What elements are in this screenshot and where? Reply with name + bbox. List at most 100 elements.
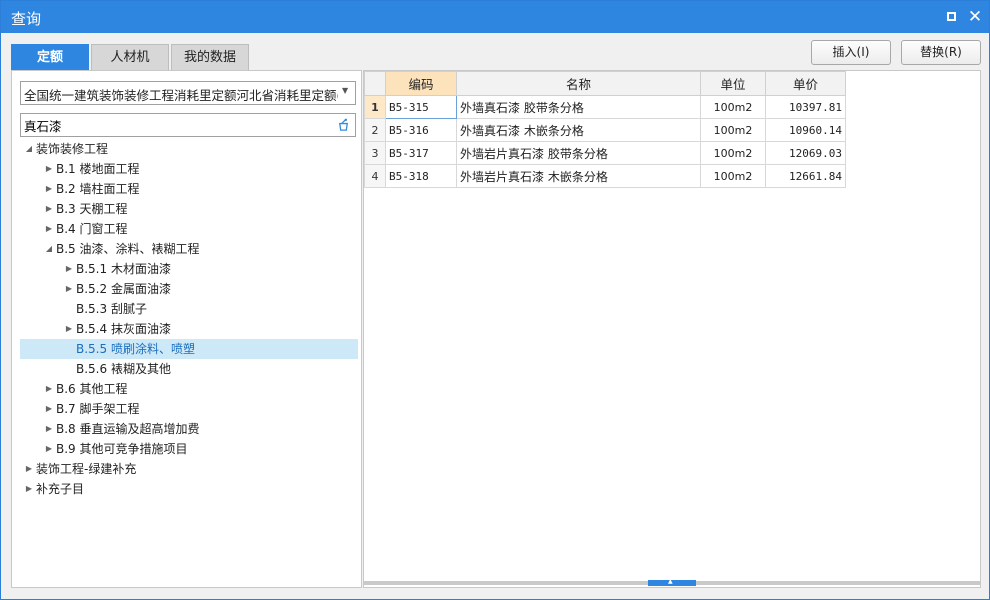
table-header-row: 编码 名称 单位 单价 (364, 71, 846, 96)
column-header-price[interactable]: 单价 (765, 71, 846, 96)
cell-code[interactable]: B5-316 (385, 118, 457, 142)
tree-node[interactable]: ▶ B.8 垂直运输及超高增加费 (20, 419, 358, 439)
row-number-header (364, 71, 386, 96)
tree-node[interactable]: ◢ 装饰装修工程 (20, 139, 358, 159)
query-dialog: 查询 ✕ 定额 人材机 我的数据 插入(I) 替换(R) 全国统一建筑装饰装修工… (0, 0, 990, 600)
collapsed-toggle-icon[interactable]: ▶ (44, 379, 54, 399)
cell-price[interactable]: 10397.81 (765, 95, 846, 119)
table-row[interactable]: 1 B5-315 外墙真石漆 胶带条分格 100m2 10397.81 (364, 95, 846, 119)
tab-labor-material-machine[interactable]: 人材机 (91, 44, 169, 70)
library-select[interactable]: 全国统一建筑装饰装修工程消耗里定额河北省消耗里定额(2012) ▼ (20, 81, 356, 105)
collapsed-toggle-icon[interactable]: ▶ (64, 319, 74, 339)
collapsed-toggle-icon[interactable]: ▶ (44, 219, 54, 239)
splitter-handle[interactable]: ▲ (648, 578, 696, 586)
tree-node-label: 补充子目 (36, 482, 85, 496)
tree-node-label: 装饰装修工程 (36, 142, 109, 156)
tree-node[interactable]: B.5.6 裱糊及其他 (20, 359, 358, 379)
cell-name[interactable]: 外墙岩片真石漆 木嵌条分格 (456, 164, 701, 188)
cell-unit[interactable]: 100m2 (700, 95, 766, 119)
panel-splitter[interactable]: ▲ (364, 578, 980, 586)
insert-button[interactable]: 插入(I) (811, 40, 891, 65)
row-number: 2 (364, 118, 386, 142)
cell-unit[interactable]: 100m2 (700, 141, 766, 165)
collapsed-toggle-icon[interactable]: ▶ (44, 419, 54, 439)
table-row[interactable]: 3 B5-317 外墙岩片真石漆 胶带条分格 100m2 12069.03 (364, 141, 846, 165)
cell-name[interactable]: 外墙真石漆 胶带条分格 (456, 95, 701, 119)
tree-node[interactable]: B.5.5 喷刷涂料、喷塑 (20, 339, 358, 359)
search-box (20, 113, 356, 137)
tree-node-label: B.3 天棚工程 (56, 202, 128, 216)
tree-node-label: B.1 楼地面工程 (56, 162, 140, 176)
tree-node-label: B.5 油漆、涂料、裱糊工程 (56, 242, 200, 256)
collapsed-toggle-icon[interactable]: ▶ (44, 199, 54, 219)
tree-node[interactable]: ▶ B.6 其他工程 (20, 379, 358, 399)
table-row[interactable]: 4 B5-318 外墙岩片真石漆 木嵌条分格 100m2 12661.84 (364, 164, 846, 188)
restore-icon[interactable] (941, 7, 961, 27)
column-header-unit[interactable]: 单位 (700, 71, 766, 96)
tree-node-label: B.5.3 刮腻子 (76, 302, 147, 316)
tree-node[interactable]: ▶ 装饰工程-绿建补充 (20, 459, 358, 479)
cell-code[interactable]: B5-315 (385, 95, 457, 119)
results-table: 编码 名称 单位 单价 1 B5-315 外墙真石漆 胶带条分格 100m2 1… (364, 71, 846, 188)
tree-node-label: B.5.4 抹灰面油漆 (76, 322, 171, 336)
tree-node-label: B.6 其他工程 (56, 382, 128, 396)
window-title: 查询 (11, 10, 42, 28)
collapsed-toggle-icon[interactable]: ▶ (64, 279, 74, 299)
collapsed-toggle-icon[interactable]: ▶ (44, 439, 54, 459)
tree-node-label: B.5.2 金属面油漆 (76, 282, 171, 296)
column-header-code[interactable]: 编码 (385, 71, 457, 96)
tree-node-label: B.5.6 裱糊及其他 (76, 362, 171, 376)
cell-unit[interactable]: 100m2 (700, 164, 766, 188)
tree-node[interactable]: ▶ B.7 脚手架工程 (20, 399, 358, 419)
chevron-down-icon[interactable]: ▼ (342, 86, 352, 95)
expanded-toggle-icon[interactable]: ◢ (24, 139, 34, 159)
cell-code[interactable]: B5-318 (385, 164, 457, 188)
collapsed-toggle-icon[interactable]: ▶ (24, 479, 34, 499)
tree-node[interactable]: ▶ B.5.2 金属面油漆 (20, 279, 358, 299)
collapsed-toggle-icon[interactable]: ▶ (24, 459, 34, 479)
tree-node[interactable]: ▶ 补充子目 (20, 479, 358, 499)
tree-node-label: B.5.1 木材面油漆 (76, 262, 171, 276)
collapsed-toggle-icon[interactable]: ▶ (64, 259, 74, 279)
title-bar[interactable]: 查询 ✕ (1, 1, 989, 33)
tab-my-data[interactable]: 我的数据 (171, 44, 249, 70)
tree-node[interactable]: ▶ B.4 门窗工程 (20, 219, 358, 239)
cell-name[interactable]: 外墙真石漆 木嵌条分格 (456, 118, 701, 142)
row-number: 1 (364, 95, 386, 119)
cell-price[interactable]: 12661.84 (765, 164, 846, 188)
replace-button[interactable]: 替换(R) (901, 40, 981, 65)
table-row[interactable]: 2 B5-316 外墙真石漆 木嵌条分格 100m2 10960.14 (364, 118, 846, 142)
right-panel: 编码 名称 单位 单价 1 B5-315 外墙真石漆 胶带条分格 100m2 1… (363, 70, 981, 588)
collapsed-toggle-icon[interactable]: ▶ (44, 159, 54, 179)
tree-node[interactable]: ▶ B.1 楼地面工程 (20, 159, 358, 179)
tree-node[interactable]: ▶ B.9 其他可竞争措施项目 (20, 439, 358, 459)
tree-node[interactable]: ▶ B.5.1 木材面油漆 (20, 259, 358, 279)
row-number: 3 (364, 141, 386, 165)
tab-quota[interactable]: 定额 (11, 44, 89, 70)
cell-unit[interactable]: 100m2 (700, 118, 766, 142)
tree-node[interactable]: ▶ B.5.4 抹灰面油漆 (20, 319, 358, 339)
tree-node-label: B.5.5 喷刷涂料、喷塑 (76, 342, 195, 356)
tree-node-label: B.4 门窗工程 (56, 222, 128, 236)
tree-node-label: 装饰工程-绿建补充 (36, 462, 137, 476)
tree-node-label: B.7 脚手架工程 (56, 402, 140, 416)
search-clear-icon[interactable] (336, 117, 351, 132)
collapsed-toggle-icon[interactable]: ▶ (44, 399, 54, 419)
cell-price[interactable]: 10960.14 (765, 118, 846, 142)
cell-price[interactable]: 12069.03 (765, 141, 846, 165)
collapsed-toggle-icon[interactable]: ▶ (44, 179, 54, 199)
tree-node[interactable]: B.5.3 刮腻子 (20, 299, 358, 319)
row-number: 4 (364, 164, 386, 188)
expanded-toggle-icon[interactable]: ◢ (44, 239, 54, 259)
tree-node[interactable]: ▶ B.2 墙柱面工程 (20, 179, 358, 199)
column-header-name[interactable]: 名称 (456, 71, 701, 96)
left-panel: 全国统一建筑装饰装修工程消耗里定额河北省消耗里定额(2012) ▼ ◢装饰装修工… (11, 70, 362, 588)
tree-node[interactable]: ▶ B.3 天棚工程 (20, 199, 358, 219)
cell-code[interactable]: B5-317 (385, 141, 457, 165)
tree-node-label: B.9 其他可竞争措施项目 (56, 442, 188, 456)
close-icon[interactable]: ✕ (965, 7, 985, 27)
search-input[interactable] (24, 117, 329, 134)
chevron-up-icon: ▲ (668, 578, 673, 585)
cell-name[interactable]: 外墙岩片真石漆 胶带条分格 (456, 141, 701, 165)
tree-node[interactable]: ◢ B.5 油漆、涂料、裱糊工程 (20, 239, 358, 259)
